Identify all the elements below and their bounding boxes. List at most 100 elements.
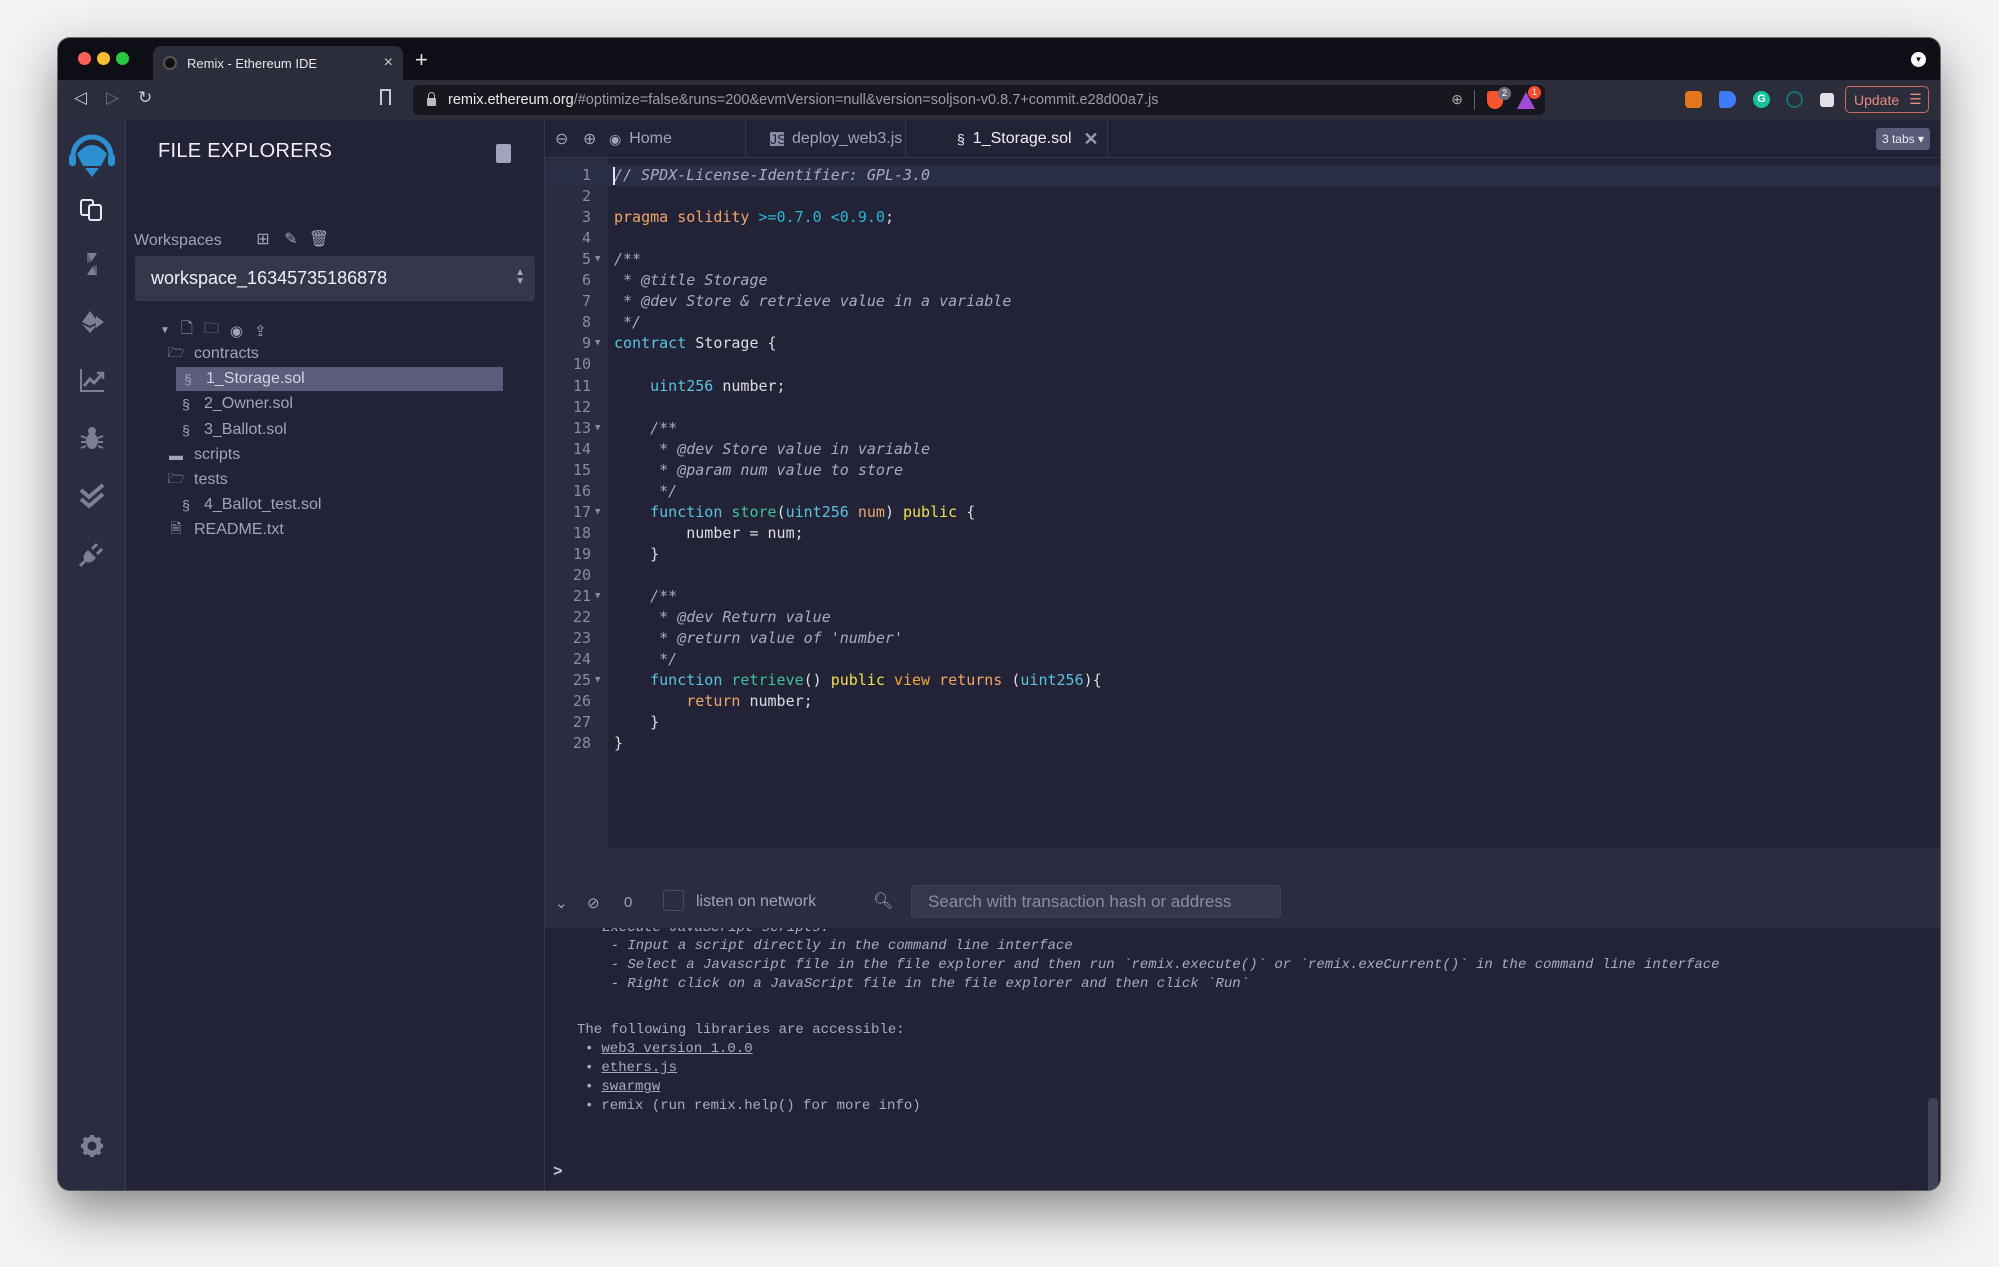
code-line[interactable]: 4 bbox=[545, 228, 1940, 249]
code-line[interactable]: 26 return number; bbox=[545, 691, 1940, 712]
tree-file[interactable]: § 3_Ballot.sol bbox=[176, 418, 287, 442]
code-line[interactable]: 14 * @dev Store value in variable bbox=[545, 439, 1940, 460]
command-prompt[interactable]: > bbox=[553, 1163, 563, 1181]
unit-testing-check-icon[interactable] bbox=[76, 480, 108, 512]
code-line[interactable]: 10 bbox=[545, 354, 1940, 375]
remix-logo-icon[interactable] bbox=[65, 132, 119, 178]
code-line[interactable]: 7 * @dev Store & retrieve value in a var… bbox=[545, 291, 1940, 312]
bookmark-icon[interactable] bbox=[380, 89, 391, 105]
browser-tab[interactable]: Remix - Ethereum IDE × bbox=[153, 46, 403, 80]
create-workspace-icon[interactable]: ⊞ bbox=[254, 230, 272, 248]
code-line[interactable]: 18 number = num; bbox=[545, 523, 1940, 544]
code-line[interactable]: 13 ▼ /** bbox=[545, 418, 1940, 439]
close-tab-icon[interactable]: ✕ bbox=[1084, 129, 1099, 150]
code-line[interactable]: 21 ▼ /** bbox=[545, 586, 1940, 607]
minimize-window-button[interactable] bbox=[97, 52, 110, 65]
fold-toggle-icon[interactable]: ▼ bbox=[595, 418, 600, 439]
update-button[interactable]: Update ☰ bbox=[1845, 86, 1929, 113]
new-tab-button[interactable]: + bbox=[415, 47, 428, 73]
delete-workspace-icon[interactable]: 🗑 bbox=[309, 230, 329, 248]
code-line[interactable]: 19 } bbox=[545, 544, 1940, 565]
tree-folder[interactable]: 🗁 tests bbox=[166, 468, 227, 492]
code-line[interactable]: 12 bbox=[545, 397, 1940, 418]
solidity-compiler-icon[interactable] bbox=[76, 248, 108, 280]
browser-tabstrip: Remix - Ethereum IDE × + ▼ bbox=[58, 38, 1940, 80]
new-folder-icon[interactable]: 🗀 bbox=[204, 318, 219, 343]
code-line[interactable]: 15 * @param num value to store bbox=[545, 460, 1940, 481]
code-line[interactable]: 24 */ bbox=[545, 649, 1940, 670]
code-line[interactable]: 5 ▼ /** bbox=[545, 249, 1940, 270]
listen-network-checkbox[interactable] bbox=[663, 890, 684, 911]
zoom-out-icon[interactable]: ⊖ bbox=[555, 129, 568, 149]
forward-button[interactable]: ▷ bbox=[106, 88, 119, 108]
collapse-caret-icon[interactable]: ▼ bbox=[160, 325, 170, 336]
tab-storage-sol[interactable]: § 1_Storage.sol ✕ bbox=[957, 120, 1099, 158]
fold-toggle-icon[interactable]: ▼ bbox=[595, 333, 600, 354]
back-button[interactable]: ◁ bbox=[74, 88, 87, 108]
fold-toggle-icon[interactable]: ▼ bbox=[595, 502, 600, 523]
close-tab-icon[interactable]: × bbox=[384, 54, 393, 72]
code-line[interactable]: 28} bbox=[545, 733, 1940, 754]
code-line[interactable]: 3 pragma solidity >=0.7.0 <0.9.0; bbox=[545, 207, 1940, 228]
close-window-button[interactable] bbox=[78, 52, 91, 65]
upload-icon[interactable]: ⇪ bbox=[254, 322, 267, 340]
tree-file[interactable]: 🗎 README.txt bbox=[166, 518, 283, 542]
library-link[interactable]: ethers.js bbox=[601, 1060, 677, 1076]
code-line[interactable]: 6 * @title Storage bbox=[545, 270, 1940, 291]
tree-folder[interactable]: 🗁 contracts bbox=[166, 342, 259, 366]
tree-file[interactable]: § 1_Storage.sol bbox=[176, 367, 503, 392]
zoom-icon[interactable]: ⊕ bbox=[1451, 91, 1463, 108]
zoom-in-icon[interactable]: ⊕ bbox=[583, 129, 596, 149]
fold-toggle-icon[interactable]: ▼ bbox=[595, 249, 600, 270]
code-line[interactable]: 16 */ bbox=[545, 481, 1940, 502]
library-link[interactable]: web3 version 1.0.0 bbox=[601, 1041, 752, 1057]
clear-console-icon[interactable]: ⊘ bbox=[587, 894, 600, 912]
code-line[interactable]: 11 uint256 number; bbox=[545, 376, 1940, 397]
code-line[interactable]: 23 * @return value of 'number' bbox=[545, 628, 1940, 649]
metamask-extension-icon[interactable] bbox=[1685, 91, 1702, 108]
code-line[interactable]: 8 */ bbox=[545, 312, 1940, 333]
deploy-run-icon[interactable] bbox=[76, 306, 108, 338]
code-line[interactable]: 1 // SPDX-License-Identifier: GPL-3.0 bbox=[545, 165, 1940, 186]
tabs-dropdown[interactable]: 3 tabs ▾ bbox=[1875, 128, 1930, 150]
settings-gear-icon[interactable] bbox=[76, 1130, 108, 1162]
code-line[interactable]: 20 bbox=[545, 565, 1940, 586]
code-line[interactable]: 27 } bbox=[545, 712, 1940, 733]
tab-deploy-web3[interactable]: JS deploy_web3.js bbox=[770, 120, 902, 158]
github-icon[interactable]: ◉ bbox=[230, 322, 243, 340]
code-line[interactable]: 25 ▼ function retrieve() public view retu… bbox=[545, 670, 1940, 691]
documentation-icon[interactable] bbox=[496, 144, 511, 163]
reload-button[interactable]: ↻ bbox=[138, 88, 152, 108]
code-line[interactable]: 2 bbox=[545, 186, 1940, 207]
fold-toggle-icon[interactable]: ▼ bbox=[595, 586, 600, 607]
code-line[interactable]: 22 * @dev Return value bbox=[545, 607, 1940, 628]
fold-toggle-icon[interactable]: ▼ bbox=[595, 670, 600, 691]
code-line[interactable]: 17 ▼ function store(uint256 num) public { bbox=[545, 502, 1940, 523]
address-bar[interactable]: remix.ethereum.org /#optimize=false&runs… bbox=[413, 85, 1545, 115]
tab-search-icon[interactable]: ▼ bbox=[1911, 52, 1926, 67]
tree-file[interactable]: § 2_Owner.sol bbox=[176, 392, 293, 416]
tab-home[interactable]: ◉ Home bbox=[609, 120, 672, 158]
rename-workspace-icon[interactable]: ✎ bbox=[282, 230, 300, 248]
workspace-select[interactable]: workspace_16345735186878 ▲ ▼ bbox=[135, 256, 535, 301]
tag-extension-icon[interactable] bbox=[1719, 91, 1736, 108]
debugger-bug-icon[interactable] bbox=[76, 422, 108, 454]
transaction-search-input[interactable] bbox=[911, 885, 1281, 918]
grammarly-extension-icon[interactable]: G bbox=[1753, 91, 1770, 108]
plugin-manager-plug-icon[interactable] bbox=[76, 538, 108, 570]
new-file-icon[interactable]: 🗋 bbox=[181, 318, 193, 343]
teal-extension-icon[interactable] bbox=[1786, 91, 1803, 108]
code-editor[interactable]: 1// SPDX-License-Identifier: GPL-3.0 2 3 pr… bbox=[545, 158, 1940, 848]
collapse-terminal-icon[interactable]: ⌄ bbox=[555, 894, 568, 912]
terminal-scrollbar[interactable] bbox=[1928, 1098, 1938, 1190]
extensions-puzzle-icon[interactable] bbox=[1820, 93, 1834, 107]
maximize-window-button[interactable] bbox=[116, 52, 129, 65]
analysis-chart-icon[interactable] bbox=[76, 364, 108, 396]
code-token: ( bbox=[776, 502, 786, 521]
terminal-resize-handle[interactable] bbox=[545, 848, 1940, 878]
code-line[interactable]: 9 ▼ contract Storage { bbox=[545, 333, 1940, 354]
file-explorers-icon[interactable] bbox=[76, 194, 108, 226]
tree-file[interactable]: § 4_Ballot_test.sol bbox=[176, 493, 321, 517]
library-link[interactable]: swarmgw bbox=[601, 1079, 660, 1095]
tree-folder[interactable]: ▬ scripts bbox=[166, 443, 240, 467]
